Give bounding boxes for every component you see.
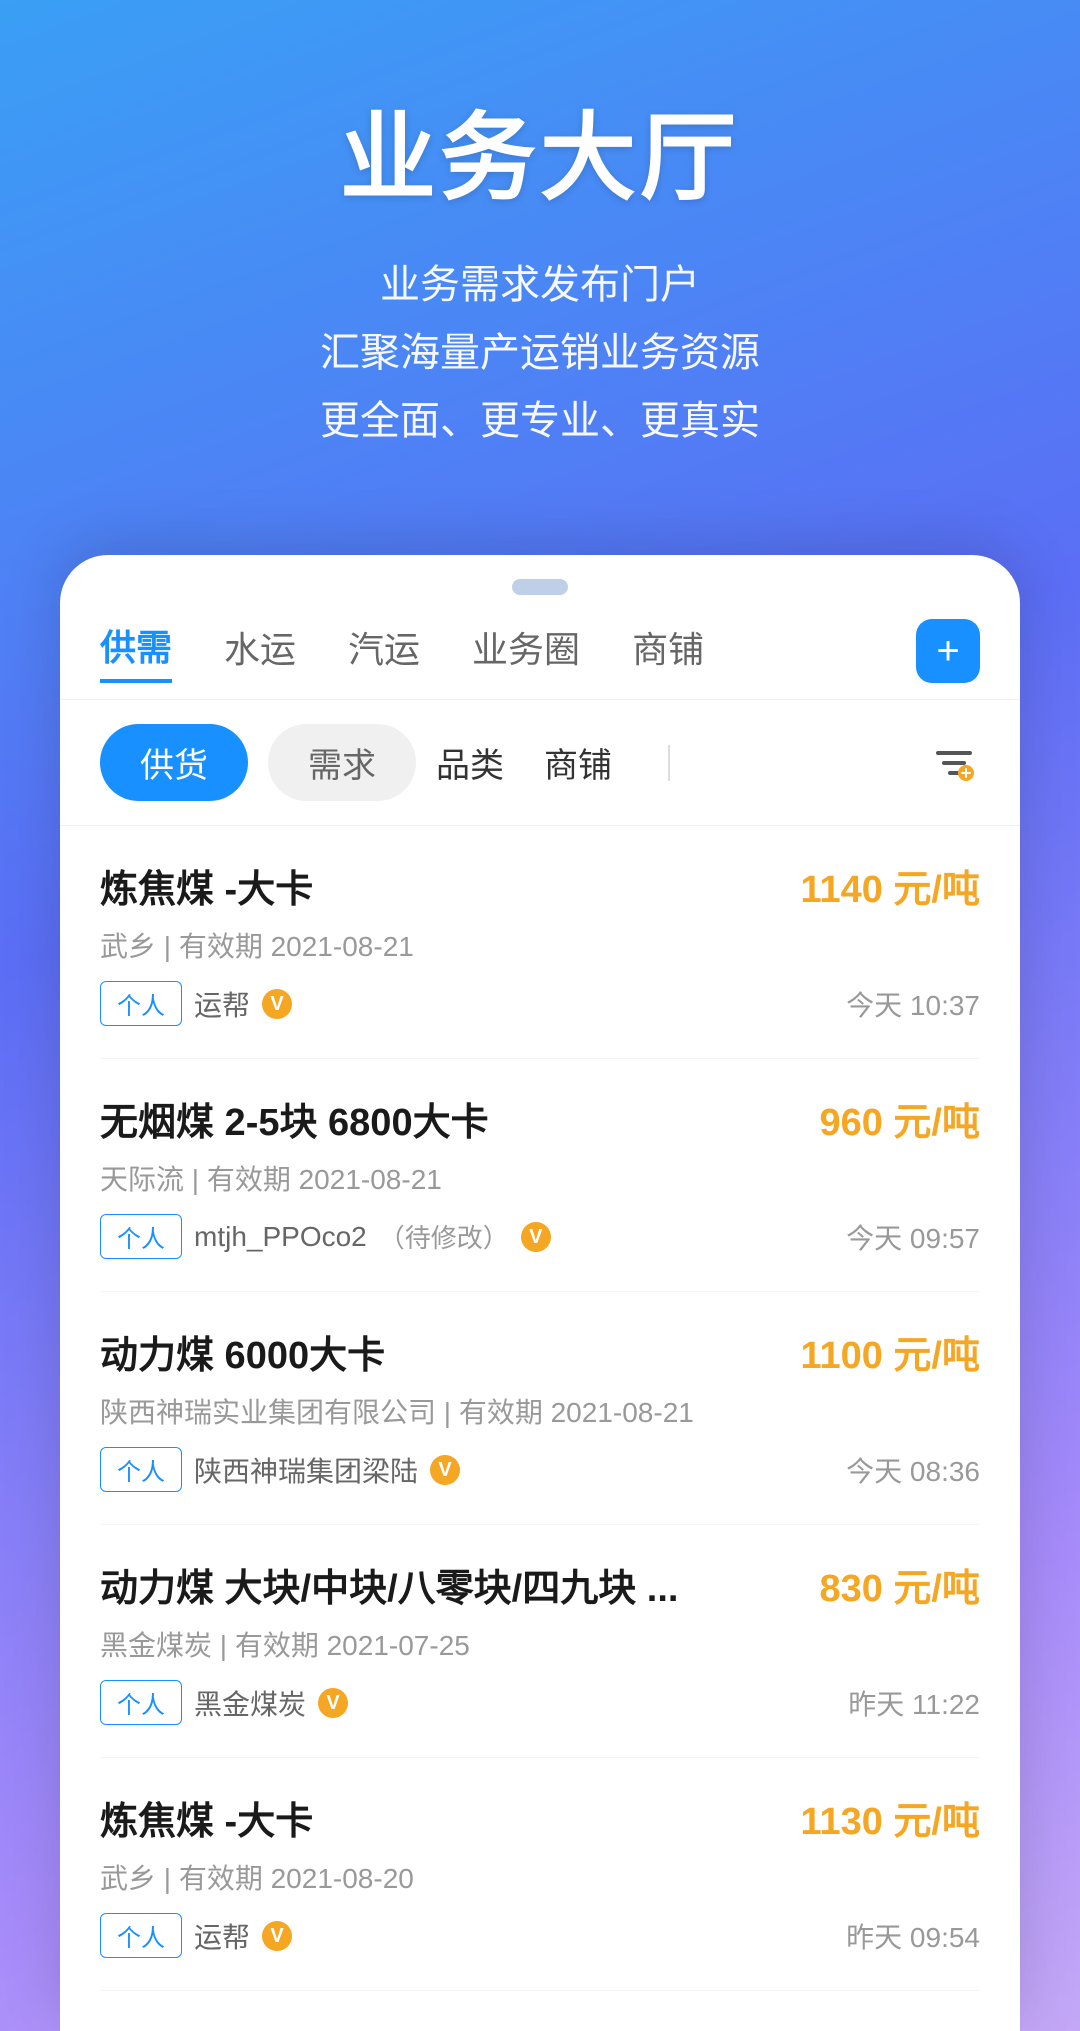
listing-tags: 个人 运帮 V: [100, 981, 292, 1026]
listing-bottom: 个人 黑金煤炭 V 昨天 11:22: [100, 1680, 980, 1725]
add-button[interactable]: +: [916, 619, 980, 683]
card-handle: [60, 555, 1020, 611]
filter-icon[interactable]: [928, 737, 980, 789]
listing-meta: 武乡 | 有效期 2021-08-20: [100, 1857, 980, 1897]
listing-title: 炼焦煤 -大卡: [100, 858, 313, 913]
tag-username: 黑金煤炭: [194, 1683, 306, 1723]
tag-pending: （待修改）: [379, 1218, 509, 1255]
verified-badge: V: [262, 1921, 292, 1951]
verified-badge: V: [521, 1222, 551, 1252]
listing-tags: 个人 陕西神瑞集团梁陆 V: [100, 1447, 460, 1492]
verified-badge: V: [318, 1688, 348, 1718]
tag-username: mtjh_PPOco2: [194, 1221, 367, 1253]
listing-item[interactable]: 炼焦煤 -大卡 1140 元/吨 武乡 | 有效期 2021-08-21 个人 …: [100, 826, 980, 1059]
filter-category-label[interactable]: 品类: [436, 738, 504, 787]
listing-top: 动力煤 大块/中块/八零块/四九块 ... 830 元/吨: [100, 1557, 980, 1612]
filter-demand-btn[interactable]: 需求: [268, 724, 416, 801]
hero-title: 业务大厅: [60, 80, 1020, 219]
tag-username: 陕西神瑞集团梁陆: [194, 1450, 418, 1490]
listing-bottom: 个人 运帮 V 今天 10:37: [100, 981, 980, 1026]
hero-subtitle: 业务需求发布门户 汇聚海量产运销业务资源 更全面、更专业、更真实: [60, 251, 1020, 455]
listing-list: 炼焦煤 -大卡 1140 元/吨 武乡 | 有效期 2021-08-21 个人 …: [60, 826, 1020, 1991]
tab-shop[interactable]: 商铺: [632, 621, 704, 681]
listing-top: 炼焦煤 -大卡 1140 元/吨: [100, 858, 980, 913]
tab-supply[interactable]: 供需: [100, 619, 172, 683]
listing-meta: 武乡 | 有效期 2021-08-21: [100, 925, 980, 965]
listing-price: 960 元/吨: [819, 1091, 980, 1146]
listing-time: 昨天 09:54: [846, 1916, 980, 1956]
listing-meta: 黑金煤炭 | 有效期 2021-07-25: [100, 1624, 980, 1664]
tag-personal: 个人: [100, 1214, 182, 1259]
listing-item[interactable]: 无烟煤 2-5块 6800大卡 960 元/吨 天际流 | 有效期 2021-0…: [100, 1059, 980, 1292]
listing-bottom: 个人 mtjh_PPOco2 （待修改） V 今天 09:57: [100, 1214, 980, 1259]
tab-truck[interactable]: 汽运: [348, 621, 420, 681]
hero-subtitle-line3: 更全面、更专业、更真实: [60, 387, 1020, 455]
listing-tags: 个人 黑金煤炭 V: [100, 1680, 348, 1725]
listing-price: 1140 元/吨: [800, 858, 980, 913]
listing-top: 炼焦煤 -大卡 1130 元/吨: [100, 1790, 980, 1845]
listing-time: 今天 08:36: [846, 1450, 980, 1490]
listing-item[interactable]: 动力煤 大块/中块/八零块/四九块 ... 830 元/吨 黑金煤炭 | 有效期…: [100, 1525, 980, 1758]
listing-price: 1100 元/吨: [800, 1324, 980, 1379]
listing-title: 动力煤 6000大卡: [100, 1324, 385, 1379]
listing-price: 1130 元/吨: [800, 1790, 980, 1845]
tag-username: 运帮: [194, 1916, 250, 1956]
listing-item[interactable]: 动力煤 6000大卡 1100 元/吨 陕西神瑞实业集团有限公司 | 有效期 2…: [100, 1292, 980, 1525]
handle-indicator: [512, 579, 568, 595]
verified-badge: V: [262, 989, 292, 1019]
hero-section: 业务大厅 业务需求发布门户 汇聚海量产运销业务资源 更全面、更专业、更真实: [0, 0, 1080, 515]
tab-circle[interactable]: 业务圈: [472, 621, 580, 681]
hero-subtitle-line1: 业务需求发布门户: [60, 251, 1020, 319]
listing-bottom: 个人 陕西神瑞集团梁陆 V 今天 08:36: [100, 1447, 980, 1492]
filter-supply-btn[interactable]: 供货: [100, 724, 248, 801]
listing-meta: 陕西神瑞实业集团有限公司 | 有效期 2021-08-21: [100, 1391, 980, 1431]
listing-top: 无烟煤 2-5块 6800大卡 960 元/吨: [100, 1091, 980, 1146]
hero-subtitle-line2: 汇聚海量产运销业务资源: [60, 319, 1020, 387]
listing-time: 今天 10:37: [846, 984, 980, 1024]
tag-personal: 个人: [100, 981, 182, 1026]
listing-top: 动力煤 6000大卡 1100 元/吨: [100, 1324, 980, 1379]
tab-bar: 供需 水运 汽运 业务圈 商铺 +: [60, 611, 1020, 700]
listing-time: 今天 09:57: [846, 1217, 980, 1257]
tag-username: 运帮: [194, 984, 250, 1024]
listing-price: 830 元/吨: [819, 1557, 980, 1612]
listing-meta: 天际流 | 有效期 2021-08-21: [100, 1158, 980, 1198]
tag-personal: 个人: [100, 1447, 182, 1492]
listing-item[interactable]: 炼焦煤 -大卡 1130 元/吨 武乡 | 有效期 2021-08-20 个人 …: [100, 1758, 980, 1991]
listing-title: 动力煤 大块/中块/八零块/四九块 ...: [100, 1557, 678, 1612]
listing-title: 炼焦煤 -大卡: [100, 1790, 313, 1845]
filter-bar: 供货 需求 品类 商铺: [60, 700, 1020, 826]
listing-time: 昨天 11:22: [848, 1683, 980, 1723]
tab-water[interactable]: 水运: [224, 621, 296, 681]
listing-title: 无烟煤 2-5块 6800大卡: [100, 1091, 489, 1146]
tag-personal: 个人: [100, 1680, 182, 1725]
listing-tags: 个人 mtjh_PPOco2 （待修改） V: [100, 1214, 551, 1259]
verified-badge: V: [430, 1455, 460, 1485]
app-card: 供需 水运 汽运 业务圈 商铺 + 供货 需求 品类 商铺 炼焦煤 -大卡: [60, 555, 1020, 2031]
filter-shop-label[interactable]: 商铺: [544, 738, 612, 787]
filter-divider: [668, 745, 670, 781]
